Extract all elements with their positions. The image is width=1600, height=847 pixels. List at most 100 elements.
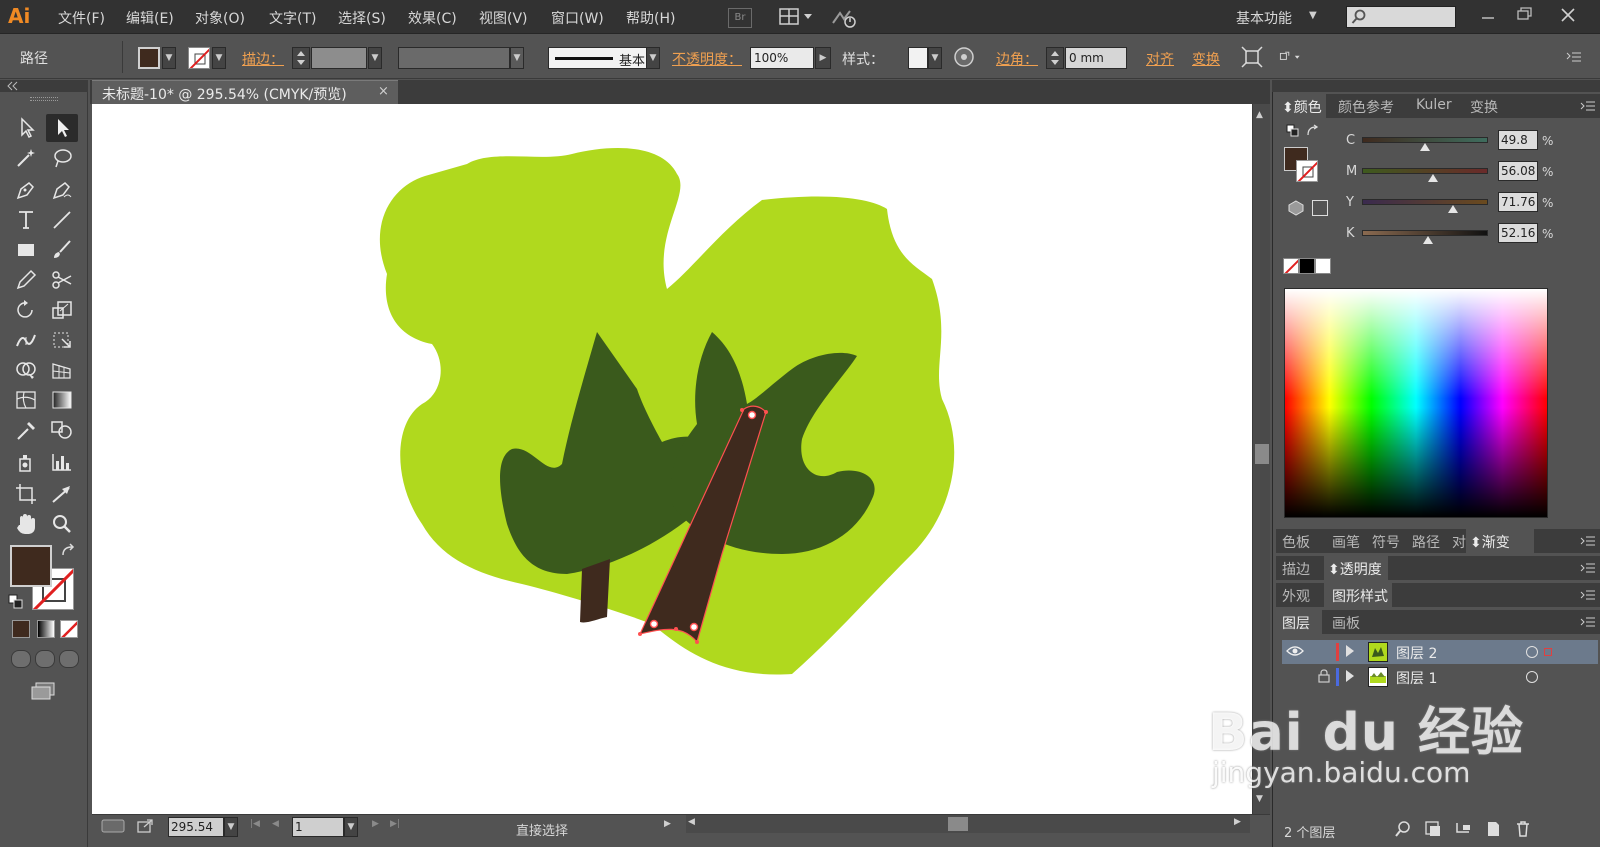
draw-inside-icon[interactable] [59, 650, 79, 668]
anchor-point[interactable] [649, 619, 659, 629]
none-swatch[interactable] [1283, 258, 1299, 274]
layer-name[interactable]: 图层 1 [1396, 668, 1437, 688]
layers-panel-menu-icon[interactable] [1580, 616, 1596, 628]
first-artboard-icon[interactable]: |◀ [250, 819, 260, 829]
stroke-weight-stepper[interactable] [292, 47, 310, 69]
magenta-value-field[interactable]: 56.08 [1498, 161, 1538, 181]
variable-width-dropdown-icon[interactable]: ▼ [510, 47, 524, 69]
color-panel-menu-icon[interactable] [1580, 100, 1596, 112]
width-tool-icon[interactable] [10, 326, 42, 354]
stroke-weight-dropdown-icon[interactable]: ▼ [368, 47, 382, 69]
zoom-dropdown-icon[interactable]: ▼ [224, 817, 238, 837]
graphic-style-swatch[interactable] [908, 47, 928, 69]
menu-window[interactable]: 窗口(W) [551, 8, 604, 28]
default-fill-stroke-icon[interactable] [8, 594, 24, 610]
mesh-tool-icon[interactable] [10, 386, 42, 414]
anchor-point[interactable] [689, 622, 699, 632]
type-tool-icon[interactable] [10, 206, 42, 234]
column-graph-tool-icon[interactable] [46, 448, 78, 476]
stroke-weight-field[interactable] [311, 47, 367, 69]
create-sublayer-icon[interactable] [1454, 820, 1472, 838]
black-slider-thumb[interactable] [1423, 236, 1433, 244]
direct-selection-tool-icon[interactable] [46, 114, 78, 142]
perspective-grid-tool-icon[interactable] [46, 356, 78, 384]
fill-color-swatch[interactable] [138, 47, 160, 69]
recolor-artwork-icon[interactable] [952, 45, 976, 69]
close-tab-icon[interactable]: × [378, 84, 389, 99]
out-of-gamut-icon[interactable] [1288, 200, 1304, 216]
tab-transform[interactable]: 变换 [1470, 97, 1498, 117]
black-swatch[interactable] [1299, 258, 1315, 274]
zoom-tool-icon[interactable] [46, 510, 78, 538]
share-icon[interactable] [136, 818, 154, 834]
help-search-input[interactable] [1346, 6, 1456, 28]
corner-panel-link[interactable]: 边角： [996, 49, 1038, 69]
layer-row[interactable]: 图层 1 [1282, 665, 1598, 689]
default-colors-icon[interactable] [1286, 124, 1300, 138]
variable-width-profile[interactable] [398, 47, 510, 69]
artboard-canvas[interactable] [92, 104, 1252, 814]
stroke-dropdown-icon[interactable]: ▼ [212, 47, 226, 69]
delete-layer-icon[interactable] [1514, 820, 1532, 838]
scale-tool-icon[interactable] [46, 296, 78, 324]
layer-row[interactable]: 图层 2 [1282, 640, 1598, 664]
layer-name[interactable]: 图层 2 [1396, 643, 1437, 663]
control-bar-menu-icon[interactable] [1566, 51, 1582, 63]
shape-builder-tool-icon[interactable] [10, 356, 42, 384]
opacity-field[interactable]: 100% [750, 47, 814, 69]
menu-view[interactable]: 视图(V) [479, 8, 528, 28]
gradient-mode-button[interactable] [37, 620, 55, 638]
next-artboard-icon[interactable]: ▶ [372, 819, 379, 829]
zoom-level-field[interactable]: 295.54 [168, 817, 224, 837]
tab-swatches[interactable]: 色板 [1282, 532, 1310, 552]
black-value-field[interactable]: 52.16 [1498, 223, 1538, 243]
screen-mode-icon[interactable] [30, 682, 56, 700]
scroll-down-icon[interactable]: ▼ [1256, 794, 1263, 804]
locate-object-icon[interactable] [1394, 820, 1412, 838]
tab-color-guide[interactable]: 颜色参考 [1338, 97, 1394, 117]
anchor-point[interactable] [747, 410, 757, 420]
menu-file[interactable]: 文件(F) [58, 8, 105, 28]
anchor-point[interactable] [764, 410, 768, 414]
stroke-panel-link[interactable]: 描边： [242, 49, 284, 69]
horizontal-scrollbar[interactable]: ◀ ▶ [686, 815, 1250, 833]
draw-normal-icon[interactable] [11, 650, 31, 668]
lasso-tool-icon[interactable] [46, 144, 78, 172]
eyedropper-tool-icon[interactable] [10, 416, 42, 444]
paintbrush-tool-icon[interactable] [46, 236, 78, 264]
group3-panel-menu-icon[interactable] [1580, 589, 1596, 601]
color-mode-button[interactable] [12, 620, 30, 638]
magenta-slider-thumb[interactable] [1428, 174, 1438, 182]
expand-layer-icon[interactable] [1346, 670, 1354, 682]
selection-tool-icon[interactable] [10, 114, 42, 142]
align-panel-link[interactable]: 对齐 [1146, 49, 1174, 69]
visibility-eye-icon[interactable] [1286, 644, 1304, 658]
menu-object[interactable]: 对象(O) [195, 8, 245, 28]
menu-select[interactable]: 选择(S) [338, 8, 386, 28]
web-safe-icon[interactable] [1312, 200, 1328, 216]
new-layer-icon[interactable] [1484, 820, 1502, 838]
group1-panel-menu-icon[interactable] [1580, 535, 1596, 547]
lock-icon[interactable] [1318, 669, 1330, 683]
magenta-slider[interactable] [1362, 168, 1488, 174]
gpu-preview-icon[interactable] [100, 818, 126, 834]
workspace-caret-icon[interactable]: ▼ [1309, 10, 1317, 21]
fill-dropdown-icon[interactable]: ▼ [162, 47, 176, 69]
scroll-right-icon[interactable]: ▶ [1234, 817, 1241, 827]
fill-color-box[interactable] [10, 545, 52, 587]
document-tab[interactable]: 未标题-10* @ 295.54% (CMYK/预览) × [92, 80, 398, 104]
magic-wand-tool-icon[interactable] [10, 144, 42, 172]
bridge-button[interactable]: Br [728, 8, 752, 28]
yellow-value-field[interactable]: 71.76 [1498, 192, 1538, 212]
artboard-number-field[interactable]: 1 [292, 817, 344, 837]
layer-target-icon[interactable] [1526, 646, 1538, 658]
tab-stroke[interactable]: 描边 [1282, 559, 1310, 579]
dock-header[interactable] [1272, 80, 1600, 92]
artboard-dropdown-icon[interactable]: ▼ [344, 817, 358, 837]
vertical-scrollbar[interactable]: ▲ ▼ [1252, 104, 1270, 814]
cyan-slider-thumb[interactable] [1420, 143, 1430, 151]
blend-tool-icon[interactable] [46, 416, 78, 444]
layer-selection-indicator[interactable] [1544, 648, 1552, 656]
transform-panel-link[interactable]: 变换 [1192, 49, 1220, 69]
group2-panel-menu-icon[interactable] [1580, 562, 1596, 574]
